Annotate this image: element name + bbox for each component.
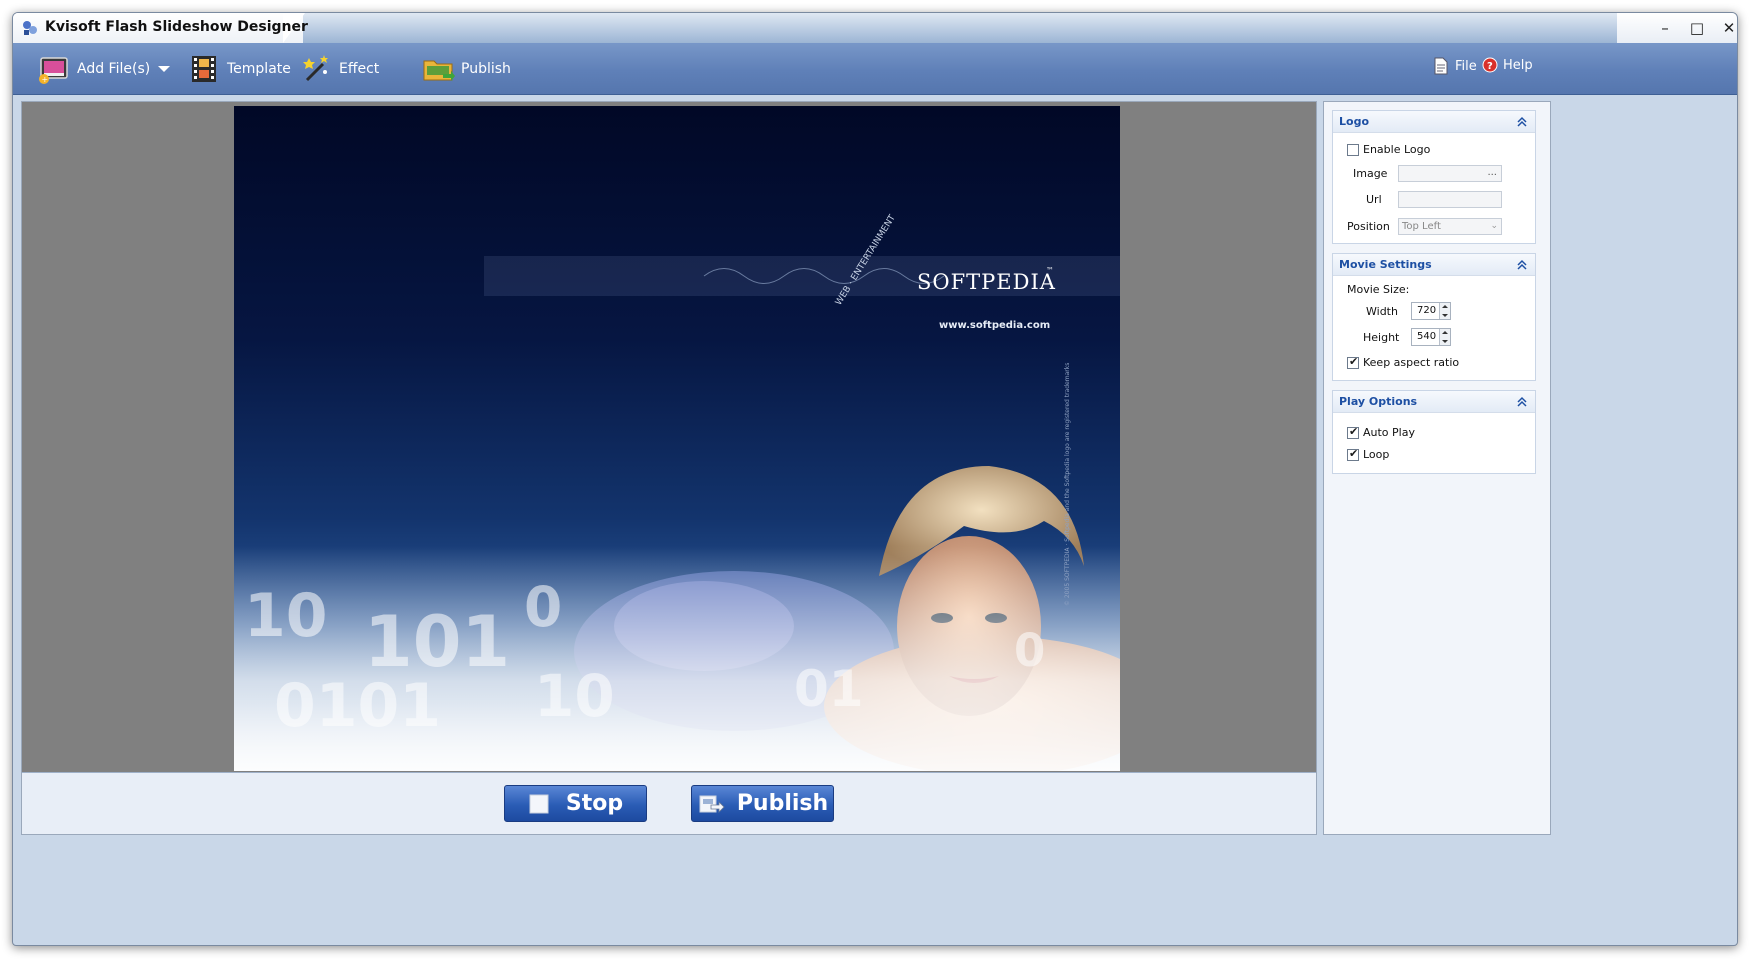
- add-files-icon: +: [39, 57, 68, 84]
- publish-button[interactable]: Publish: [691, 785, 834, 822]
- maximize-button[interactable]: □: [1681, 17, 1713, 39]
- help-icon: ?: [1482, 57, 1498, 73]
- logo-group: Logo Enable Logo Image ... Url Position …: [1332, 110, 1536, 244]
- url-label: Url: [1366, 193, 1382, 206]
- movie-settings-header-label: Movie Settings: [1339, 258, 1432, 271]
- collapse-icon[interactable]: [1515, 258, 1529, 272]
- width-stepper[interactable]: 720: [1411, 302, 1451, 320]
- window-title: Kvisoft Flash Slideshow Designer: [45, 19, 308, 35]
- preview-url: www.softpedia.com: [939, 320, 1051, 331]
- loop-label: Loop: [1363, 448, 1390, 461]
- keep-aspect-label: Keep aspect ratio: [1363, 356, 1460, 369]
- close-button[interactable]: ✕: [1713, 17, 1737, 39]
- stop-icon: [529, 794, 549, 813]
- effect-button[interactable]: Effect: [299, 49, 379, 89]
- main-toolbar: + Add File(s) Template Effect Publish Fi…: [13, 43, 1737, 95]
- svg-text:0: 0: [524, 575, 562, 639]
- app-window: Kvisoft Flash Slideshow Designer – □ ✕ +…: [12, 12, 1738, 946]
- publish-folder-icon: [423, 60, 455, 81]
- image-label: Image: [1353, 167, 1388, 180]
- collapse-icon[interactable]: [1515, 115, 1529, 129]
- width-value: 720: [1417, 305, 1437, 316]
- playback-bar: Stop Publish: [22, 772, 1316, 834]
- stop-button-label: Stop: [565, 791, 624, 816]
- enable-logo-label: Enable Logo: [1363, 143, 1431, 156]
- enable-logo-checkbox[interactable]: [1347, 144, 1359, 156]
- svg-text:10: 10: [534, 662, 615, 730]
- svg-text:0: 0: [1014, 624, 1045, 677]
- collapse-icon[interactable]: [1515, 395, 1529, 409]
- play-options-header-label: Play Options: [1339, 395, 1418, 408]
- width-spin-arrows[interactable]: [1439, 303, 1450, 319]
- effect-label: Effect: [339, 61, 380, 77]
- publish-toolbar-button[interactable]: Publish: [421, 49, 511, 89]
- slide-preview[interactable]: 10 101 0 0101 10 01 0 SOFTPEDIA ™ www.so…: [234, 106, 1120, 771]
- chevron-down-icon[interactable]: [158, 66, 171, 72]
- title-bar-fill: [303, 13, 1617, 43]
- logo-header-label: Logo: [1339, 115, 1369, 128]
- file-menu[interactable]: File: [1433, 57, 1477, 75]
- title-bar: Kvisoft Flash Slideshow Designer – □ ✕: [13, 13, 1737, 43]
- template-button[interactable]: Template: [187, 49, 291, 89]
- url-field[interactable]: [1398, 191, 1502, 208]
- app-icon: [23, 21, 37, 35]
- publish-button-label: Publish: [736, 791, 829, 816]
- height-label: Height: [1363, 331, 1400, 344]
- position-label: Position: [1347, 220, 1390, 233]
- preview-artwork: 10 101 0 0101 10 01 0: [234, 256, 1120, 771]
- add-files-label: Add File(s): [77, 61, 151, 77]
- browse-button[interactable]: ...: [1487, 165, 1497, 180]
- stop-button[interactable]: Stop: [504, 785, 647, 822]
- preview-area: 10 101 0 0101 10 01 0 SOFTPEDIA ™ www.so…: [21, 101, 1317, 835]
- movie-settings-header[interactable]: Movie Settings: [1333, 254, 1535, 276]
- auto-play-label: Auto Play: [1363, 426, 1415, 439]
- minimize-button[interactable]: –: [1649, 17, 1681, 39]
- help-menu[interactable]: ? Help: [1482, 57, 1533, 73]
- document-icon: [1434, 57, 1448, 75]
- film-strip-icon: [192, 56, 216, 82]
- movie-size-label: Movie Size:: [1347, 283, 1410, 296]
- image-field[interactable]: ...: [1398, 165, 1502, 182]
- properties-panel: Logo Enable Logo Image ... Url Position …: [1323, 101, 1551, 835]
- help-menu-label: Help: [1503, 57, 1533, 73]
- chevron-down-icon: ⌄: [1490, 221, 1498, 231]
- preview-tm: ™: [1046, 266, 1054, 275]
- file-menu-label: File: [1455, 58, 1477, 74]
- logo-header[interactable]: Logo: [1333, 111, 1535, 133]
- keep-aspect-checkbox[interactable]: [1347, 355, 1359, 369]
- auto-play-checkbox[interactable]: [1347, 425, 1359, 439]
- svg-text:10: 10: [244, 581, 328, 651]
- svg-text:0101: 0101: [274, 671, 441, 741]
- svg-text:?: ?: [1487, 61, 1493, 72]
- template-label: Template: [227, 61, 291, 77]
- loop-checkbox[interactable]: [1347, 447, 1359, 461]
- publish-toolbar-label: Publish: [461, 61, 511, 77]
- height-spin-arrows[interactable]: [1439, 329, 1450, 345]
- height-stepper[interactable]: 540: [1411, 328, 1451, 346]
- movie-settings-group: Movie Settings Movie Size: Width 720 Hei…: [1332, 253, 1536, 381]
- width-label: Width: [1366, 305, 1398, 318]
- position-value: Top Left: [1402, 221, 1441, 232]
- publish-icon: [699, 795, 725, 813]
- magic-wand-icon: [303, 55, 328, 82]
- position-select[interactable]: Top Left ⌄: [1398, 218, 1502, 235]
- preview-brand: SOFTPEDIA: [917, 270, 1056, 294]
- svg-text:+: +: [42, 75, 49, 84]
- play-options-group: Play Options Auto Play Loop: [1332, 390, 1536, 474]
- height-value: 540: [1417, 331, 1437, 342]
- play-options-header[interactable]: Play Options: [1333, 391, 1535, 413]
- preview-side-note: © 2005 SOFTPEDIA · Softpedia and the Sof…: [1064, 362, 1071, 606]
- svg-text:01: 01: [794, 660, 864, 718]
- add-files-button[interactable]: + Add File(s): [37, 49, 171, 89]
